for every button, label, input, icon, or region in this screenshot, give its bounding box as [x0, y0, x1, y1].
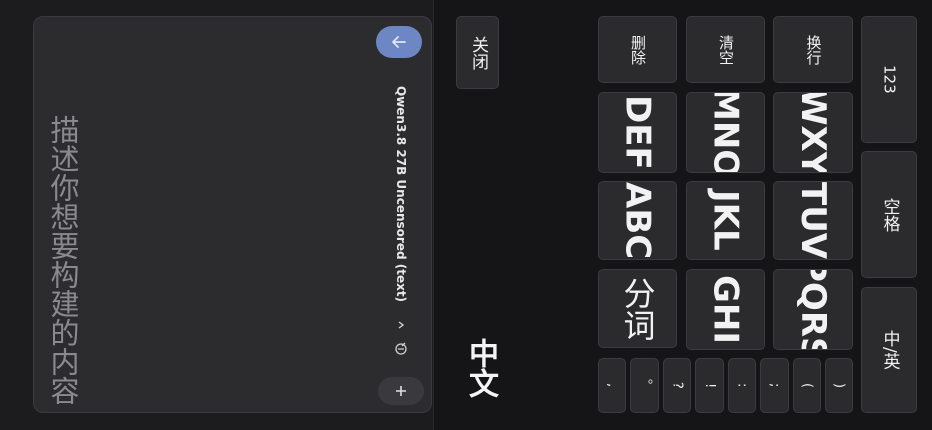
space-key[interactable]: 空格: [861, 151, 917, 278]
key-colon[interactable]: :: [728, 358, 756, 413]
key-question[interactable]: ?: [663, 358, 691, 413]
language-switch-key[interactable]: 中/英: [861, 287, 917, 413]
segment-key[interactable]: 分词: [598, 269, 677, 348]
key-ghi[interactable]: GHI: [686, 269, 765, 350]
key-def[interactable]: DEF: [598, 92, 677, 173]
key-semicolon[interactable]: ;: [760, 358, 789, 413]
keyboard: 关闭 中文 删除 DEF ABC 分词 清空 MNO JKL GHI 换行 WX…: [433, 0, 932, 430]
delete-key[interactable]: 删除: [598, 16, 677, 83]
numeric-key[interactable]: 123: [861, 16, 917, 143]
clear-key[interactable]: 清空: [686, 16, 765, 83]
plus-icon: [396, 386, 406, 396]
model-name: Qwen3.8 27B Uncensored (text): [394, 86, 408, 303]
key-comma[interactable]: ,: [598, 358, 626, 413]
key-abc[interactable]: ABC: [598, 181, 677, 260]
compose-panel: [33, 16, 432, 413]
key-pqrs[interactable]: PQRS: [773, 269, 853, 350]
prompt-placeholder: 描述你想要构建的内容: [46, 115, 80, 405]
newline-key[interactable]: 换行: [773, 16, 853, 83]
key-paren-close[interactable]: ): [825, 358, 853, 413]
prompt-input[interactable]: 描述你想要构建的内容: [46, 115, 88, 405]
key-wxy[interactable]: WXY: [773, 92, 853, 173]
language-indicator: 中文: [463, 338, 498, 398]
key-exclamation[interactable]: !: [695, 358, 724, 413]
send-button[interactable]: [376, 26, 422, 58]
arrow-left-icon: [392, 36, 406, 48]
tools-selector[interactable]: [392, 320, 410, 356]
key-mno[interactable]: MNO: [686, 92, 765, 173]
magic-wand-icon: [395, 342, 407, 355]
key-tuv[interactable]: TUV: [773, 181, 853, 260]
add-attachment-button[interactable]: [378, 377, 424, 405]
chevron-down-icon: [398, 321, 405, 329]
key-paren-open[interactable]: (: [793, 358, 821, 413]
key-period[interactable]: 。: [630, 358, 659, 413]
key-jkl[interactable]: JKL: [686, 181, 765, 260]
close-keyboard-button[interactable]: 关闭: [456, 16, 499, 89]
model-selector[interactable]: Qwen3.8 27B Uncensored (text): [394, 78, 408, 302]
